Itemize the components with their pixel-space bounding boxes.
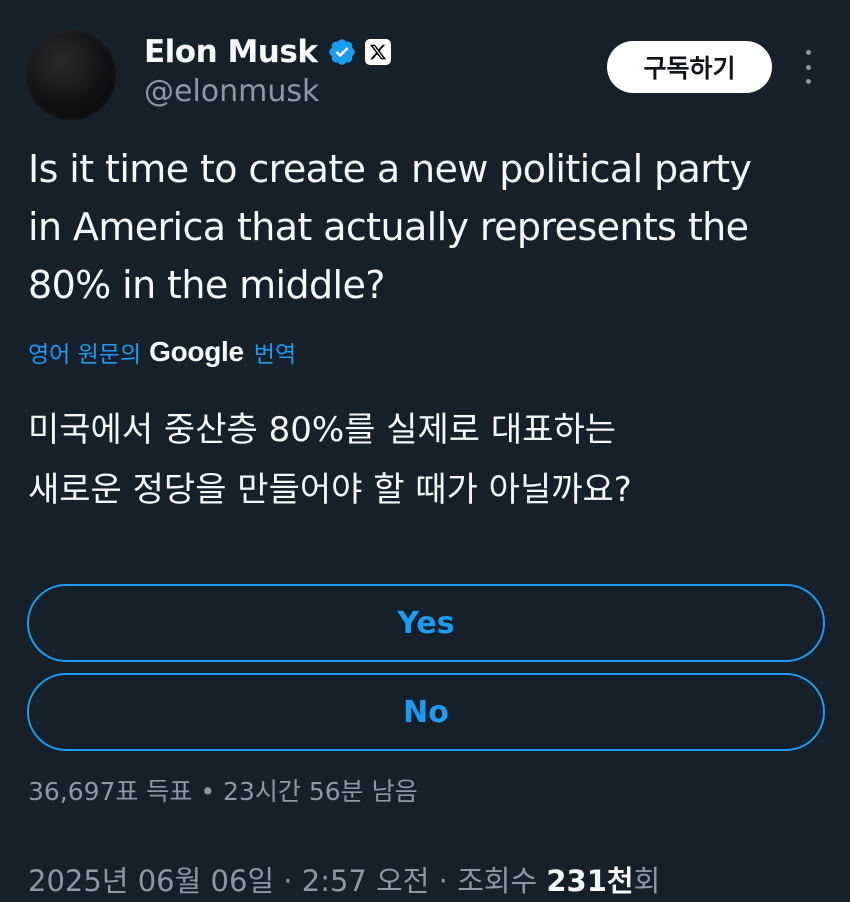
translated-text-line: 미국에서 중산층 80%를 실제로 대표하는	[28, 410, 616, 450]
tweet-text-line: 80% in the middle?	[28, 263, 385, 307]
tweet-time[interactable]: 2:57 오전	[302, 864, 430, 898]
translation-prefix[interactable]: 영어 원문의	[28, 335, 141, 369]
poll-option-no[interactable]: No	[27, 673, 825, 751]
translated-text: 미국에서 중산층 80%를 실제로 대표하는 새로운 정당을 만들어야 할 때가…	[28, 400, 828, 520]
views-count: 231천	[546, 864, 634, 898]
timestamp-row: 2025년 06월 06일 · 2:57 오전 · 조회수 231천회	[28, 858, 660, 900]
translation-suffix[interactable]: 번역	[254, 335, 296, 369]
verified-badge-icon[interactable]	[327, 37, 357, 67]
poll-option-yes[interactable]: Yes	[27, 584, 825, 662]
translation-attribution[interactable]: 영어 원문의 Google 번역	[28, 332, 296, 372]
avatar[interactable]	[26, 30, 116, 120]
author-display-name[interactable]: Elon Musk	[144, 34, 318, 70]
google-logo: Google	[149, 336, 244, 367]
author-handle[interactable]: @elonmusk	[144, 74, 319, 109]
more-options-icon[interactable]	[796, 50, 820, 84]
tweet-text: Is it time to create a new political par…	[28, 140, 828, 314]
x-logo-icon	[365, 39, 392, 65]
translated-text-line: 새로운 정당을 만들어야 할 때가 아닐까요?	[28, 470, 632, 510]
views-prefix: 조회수	[457, 864, 547, 898]
subscribe-button[interactable]: 구독하기	[607, 41, 772, 93]
views-suffix: 회	[633, 864, 661, 898]
separator: ·	[429, 864, 458, 898]
tweet-date[interactable]: 2025년 06월 06일	[28, 864, 274, 898]
tweet-text-line: in America that actually represents the	[28, 205, 749, 249]
author-name-row: Elon Musk	[144, 30, 392, 74]
poll-meta: 36,697표 득표 • 23시간 56분 남음	[28, 777, 418, 806]
tweet-text-line: Is it time to create a new political par…	[28, 147, 752, 191]
separator: ·	[274, 864, 302, 898]
